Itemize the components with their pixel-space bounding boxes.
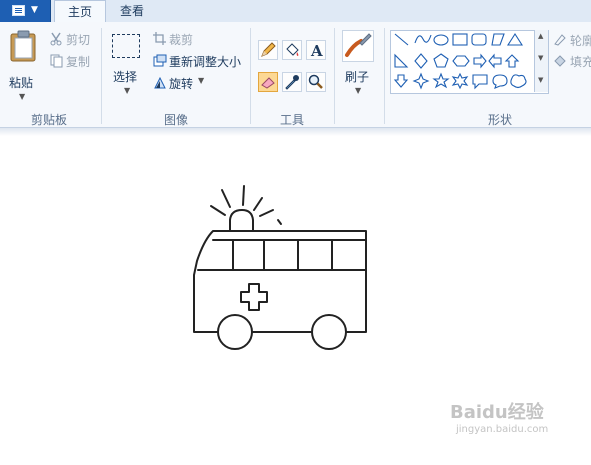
expand-gallery-icon: ▼ <box>538 76 544 84</box>
siren-light <box>229 209 254 232</box>
paste-button[interactable]: 粘贴 ▼ <box>5 30 43 108</box>
brush-icon <box>342 30 374 62</box>
fill-tool[interactable] <box>282 40 302 60</box>
pencil-icon <box>261 42 276 57</box>
tab-view[interactable]: 查看 <box>108 0 156 22</box>
rotate-button[interactable]: 旋转 ▼ <box>152 74 212 92</box>
ribbon: 粘贴 ▼ 剪切 复制 剪贴板 选择 ▼ 裁剪 重新调整大小 旋转 ▼ 图像 A … <box>0 22 591 128</box>
file-menu-icon <box>12 5 25 16</box>
brushes-label: 刷子 <box>345 70 370 84</box>
fill-shape-button[interactable]: 填充 <box>553 52 591 70</box>
tools-group-label: 工具 <box>279 113 304 127</box>
chevron-down-icon: ▼ <box>19 92 26 101</box>
chevron-down-icon: ▼ <box>31 5 38 15</box>
shapes-grid <box>393 32 527 90</box>
siren-ray <box>221 189 231 208</box>
cut-label: 剪切 <box>66 33 91 47</box>
group-divider <box>334 28 335 124</box>
color-picker-tool[interactable] <box>282 72 302 92</box>
scissors-icon <box>50 32 62 46</box>
tab-home[interactable]: 主页 <box>54 0 106 24</box>
shapes-gallery <box>390 30 549 94</box>
fill-icon <box>554 55 566 67</box>
eyedropper-icon <box>285 75 299 90</box>
window-frames <box>232 239 333 271</box>
ambulance-body <box>193 230 367 333</box>
group-divider <box>250 28 251 124</box>
text-tool[interactable]: A <box>306 40 326 60</box>
eraser-tool[interactable] <box>258 72 278 92</box>
chevron-down-icon: ▼ <box>124 86 131 95</box>
magnifier-icon <box>308 74 323 89</box>
chevron-up-icon: ▲ <box>538 32 544 40</box>
rear-wheel <box>311 314 347 350</box>
paint-bucket-icon <box>286 43 299 56</box>
eraser-icon <box>261 77 275 89</box>
clipboard-icon <box>10 30 36 62</box>
resize-button[interactable]: 重新调整大小 <box>152 52 244 70</box>
canvas-top-shadow <box>0 128 591 136</box>
fill-label: 填充 <box>570 55 591 69</box>
chevron-down-icon: ▼ <box>538 54 544 62</box>
copy-label: 复制 <box>66 55 91 69</box>
outline-label: 轮廓 <box>570 34 591 48</box>
select-label: 选择 <box>113 70 138 84</box>
ambulance-drawing <box>193 185 367 350</box>
brushes-button[interactable]: 刷子 ▼ <box>340 30 378 106</box>
siren-ray <box>259 209 274 217</box>
cut-button[interactable]: 剪切 <box>48 30 98 48</box>
clipboard-group-label: 剪贴板 <box>30 113 67 127</box>
select-button[interactable]: 选择 ▼ <box>108 32 146 108</box>
crop-label: 裁剪 <box>169 33 194 47</box>
paste-label: 粘贴 <box>9 76 34 90</box>
outline-button[interactable]: 轮廓 <box>553 31 591 49</box>
rotate-icon <box>154 76 166 89</box>
group-divider <box>101 28 102 124</box>
chevron-down-icon: ▼ <box>355 86 362 95</box>
shapes-group-label: 形状 <box>487 113 512 127</box>
selection-rectangle-icon <box>112 34 140 58</box>
copy-button[interactable]: 复制 <box>48 52 98 70</box>
magnifier-tool[interactable] <box>306 72 326 92</box>
front-wheel <box>217 314 253 350</box>
copy-icon <box>50 54 63 68</box>
crop-icon <box>153 32 166 45</box>
crop-button[interactable]: 裁剪 <box>152 30 212 48</box>
resize-label: 重新调整大小 <box>169 55 242 69</box>
resize-icon <box>153 54 167 67</box>
siren-ray <box>253 197 263 211</box>
file-menu-button[interactable]: ▼ <box>0 0 51 22</box>
chevron-down-icon: ▼ <box>198 76 205 85</box>
ribbon-tab-bar: ▼ 主页 查看 <box>0 0 591 24</box>
watermark-url: jingyan.baidu.com <box>456 424 549 435</box>
group-divider <box>384 28 385 124</box>
siren-ray <box>277 219 282 225</box>
shapes-scroll[interactable]: ▲ ▼ ▼ <box>534 30 548 92</box>
siren-ray <box>210 205 226 216</box>
outline-icon <box>554 34 566 46</box>
siren-ray <box>242 185 245 206</box>
medical-cross <box>240 283 268 311</box>
rotate-label: 旋转 <box>169 77 194 91</box>
image-group-label: 图像 <box>163 113 188 127</box>
watermark-logo: Baidu经验 <box>450 402 544 423</box>
text-icon: A <box>310 42 323 60</box>
svg-text:A: A <box>310 42 323 59</box>
pencil-tool[interactable] <box>258 40 278 60</box>
